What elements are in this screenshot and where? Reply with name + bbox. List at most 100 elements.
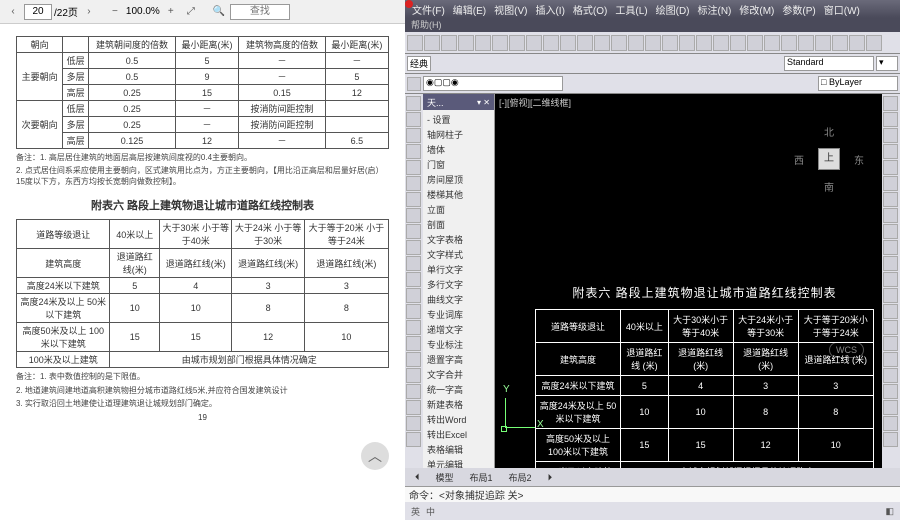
side-panel-item[interactable]: 单行文字 (425, 262, 492, 277)
modify-tool-icon[interactable] (883, 304, 898, 319)
menu-item[interactable]: 参数(P) (779, 2, 818, 17)
side-panel-item[interactable]: 轴网柱子 (425, 127, 492, 142)
modify-tool-icon[interactable] (883, 192, 898, 207)
toolbar-icon[interactable] (424, 35, 440, 51)
side-panel-item[interactable]: 统一字高 (425, 382, 492, 397)
zoom-in-button[interactable]: + (162, 3, 180, 21)
draw-tool-icon[interactable] (406, 304, 421, 319)
modify-tool-icon[interactable] (883, 416, 898, 431)
draw-tool-icon[interactable] (406, 272, 421, 287)
draw-tool-icon[interactable] (406, 96, 421, 111)
toolbar-icon[interactable] (407, 35, 423, 51)
toolbar-icon[interactable] (696, 35, 712, 51)
side-panel-item[interactable]: 墙体 (425, 142, 492, 157)
toolbar-icon[interactable] (526, 35, 542, 51)
standard-select[interactable]: Standard (784, 56, 874, 71)
side-panel-item[interactable]: 文字样式 (425, 247, 492, 262)
page-number-input[interactable] (24, 4, 52, 20)
tab-model[interactable]: 模型 (430, 471, 460, 484)
toolbar-icon[interactable] (764, 35, 780, 51)
draw-tool-icon[interactable] (406, 432, 421, 447)
menu-item[interactable]: 修改(M) (736, 2, 777, 17)
menu-item[interactable]: 绘图(D) (653, 2, 693, 17)
draw-tool-icon[interactable] (406, 128, 421, 143)
side-panel-item[interactable]: 立面 (425, 202, 492, 217)
draw-tool-icon[interactable] (406, 208, 421, 223)
toolbar-icon[interactable] (832, 35, 848, 51)
workspace-select[interactable]: 经典 (407, 56, 431, 71)
toolbar-icon[interactable] (543, 35, 559, 51)
menu-item[interactable]: 视图(V) (491, 2, 530, 17)
side-panel-item[interactable]: 表格编辑 (425, 442, 492, 457)
menu-item[interactable]: 窗口(W) (821, 2, 863, 17)
menu-item[interactable]: 格式(O) (570, 2, 610, 17)
side-panel-item[interactable]: 转出Word (425, 412, 492, 427)
side-panel-item[interactable]: 门窗 (425, 157, 492, 172)
modify-tool-icon[interactable] (883, 432, 898, 447)
modify-tool-icon[interactable] (883, 176, 898, 191)
zoom-fit-button[interactable]: ⤢ (182, 3, 200, 21)
draw-tool-icon[interactable] (406, 352, 421, 367)
side-panel-item[interactable]: 文字合并 (425, 367, 492, 382)
tab-prev-icon[interactable]: ⏴ (409, 472, 426, 483)
toolbar-icon[interactable] (781, 35, 797, 51)
draw-tool-icon[interactable] (406, 368, 421, 383)
toolbar-icon[interactable] (475, 35, 491, 51)
toolbar-icon[interactable] (492, 35, 508, 51)
toolbar-icon[interactable] (679, 35, 695, 51)
modify-tool-icon[interactable] (883, 368, 898, 383)
side-panel-header[interactable]: 天...▾ ✕ (423, 94, 494, 110)
toolbar-icon[interactable] (441, 35, 457, 51)
bylayer-select[interactable]: □ ByLayer (818, 76, 898, 91)
modify-tool-icon[interactable] (883, 96, 898, 111)
modify-tool-icon[interactable] (883, 144, 898, 159)
modify-tool-icon[interactable] (883, 352, 898, 367)
menu-item[interactable]: 工具(L) (612, 2, 650, 17)
modify-tool-icon[interactable] (883, 384, 898, 399)
side-panel-item[interactable]: 遗置字高 (425, 352, 492, 367)
toolbar-icon[interactable] (645, 35, 661, 51)
draw-tool-icon[interactable] (406, 416, 421, 431)
prev-page-button[interactable]: ‹ (4, 3, 22, 21)
draw-tool-icon[interactable] (406, 336, 421, 351)
toolbar-icon[interactable] (509, 35, 525, 51)
side-panel-item[interactable]: 剖面 (425, 217, 492, 232)
toolbar-icon[interactable] (798, 35, 814, 51)
cad-canvas[interactable]: [-][俯视][二维线框] 北 西 东 南 上 WCS 附表六 路段上建筑物退让… (495, 94, 882, 468)
side-panel-item[interactable]: 专业标注 (425, 337, 492, 352)
view-cube-top[interactable]: 上 (818, 148, 840, 170)
tab-next-icon[interactable]: ⏵ (542, 472, 559, 483)
search-input[interactable] (230, 4, 290, 20)
side-panel-item[interactable]: 递增文字 (425, 322, 492, 337)
tab-layout2[interactable]: 布局2 (503, 471, 538, 484)
toolbar-icon[interactable] (713, 35, 729, 51)
modify-tool-icon[interactable] (883, 320, 898, 335)
ime-cn-button[interactable]: 中 (426, 505, 435, 518)
toolbar-icon[interactable] (611, 35, 627, 51)
draw-tool-icon[interactable] (406, 240, 421, 255)
modify-tool-icon[interactable] (883, 160, 898, 175)
toolbar-icon[interactable] (747, 35, 763, 51)
toolbar-icon[interactable] (594, 35, 610, 51)
zoom-out-button[interactable]: − (106, 3, 124, 21)
modify-tool-icon[interactable] (883, 256, 898, 271)
side-panel-item[interactable]: 单元编辑 (425, 457, 492, 468)
menu-item[interactable]: 文件(F) (409, 2, 448, 17)
toolbar-icon[interactable] (662, 35, 678, 51)
side-panel-item[interactable]: 房间屋顶 (425, 172, 492, 187)
status-icon[interactable]: ◧ (885, 506, 894, 517)
scroll-to-top-button[interactable]: ︿ (361, 442, 389, 470)
modify-tool-icon[interactable] (883, 240, 898, 255)
toolbar-icon[interactable] (577, 35, 593, 51)
modify-tool-icon[interactable] (883, 128, 898, 143)
pdf-page-view[interactable]: 朝向建筑朝间度的倍数最小距离(米)建筑物高度的倍数最小距离(米) 主要朝向低层0… (0, 24, 405, 520)
search-icon[interactable]: 🔍 (210, 3, 228, 21)
draw-tool-icon[interactable] (406, 224, 421, 239)
side-panel-item[interactable]: - 设置 (425, 112, 492, 127)
modify-tool-icon[interactable] (883, 288, 898, 303)
modify-tool-icon[interactable] (883, 208, 898, 223)
side-panel-item[interactable]: 新建表格 (425, 397, 492, 412)
layer-icon[interactable] (407, 77, 421, 91)
cad-command-line[interactable]: 命令： <对象捕捉追踪 关> (405, 486, 900, 502)
side-panel-item[interactable]: 曲线文字 (425, 292, 492, 307)
